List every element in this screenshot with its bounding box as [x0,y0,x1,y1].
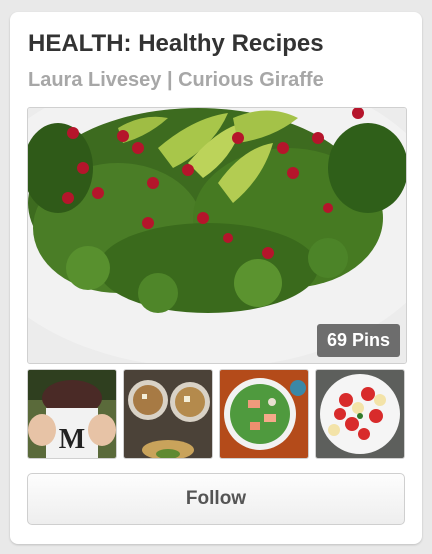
follow-button[interactable]: Follow [27,473,405,525]
smoothie-thumbnail-image: M [28,370,116,458]
thumbnail-2[interactable] [123,369,213,459]
strawberry-bowl-thumbnail-image [316,370,404,458]
thumbnail-strip: M [27,369,407,459]
svg-text:M: M [59,424,85,455]
thumbnail-4[interactable] [315,369,405,459]
board-owner[interactable]: Laura Livesey | Curious Giraffe [28,69,324,92]
salmon-salad-thumbnail-image [220,370,308,458]
thumbnail-3[interactable] [219,369,309,459]
soup-thumbnail-image [124,370,212,458]
board-title[interactable]: HEALTH: Healthy Recipes [28,30,324,58]
pin-count-badge: 69 Pins [316,324,400,357]
cover-image[interactable]: 69 Pins [27,107,407,364]
thumbnail-1[interactable]: M [27,369,117,459]
board-card[interactable]: HEALTH: Healthy Recipes Laura Livesey | … [10,12,422,544]
